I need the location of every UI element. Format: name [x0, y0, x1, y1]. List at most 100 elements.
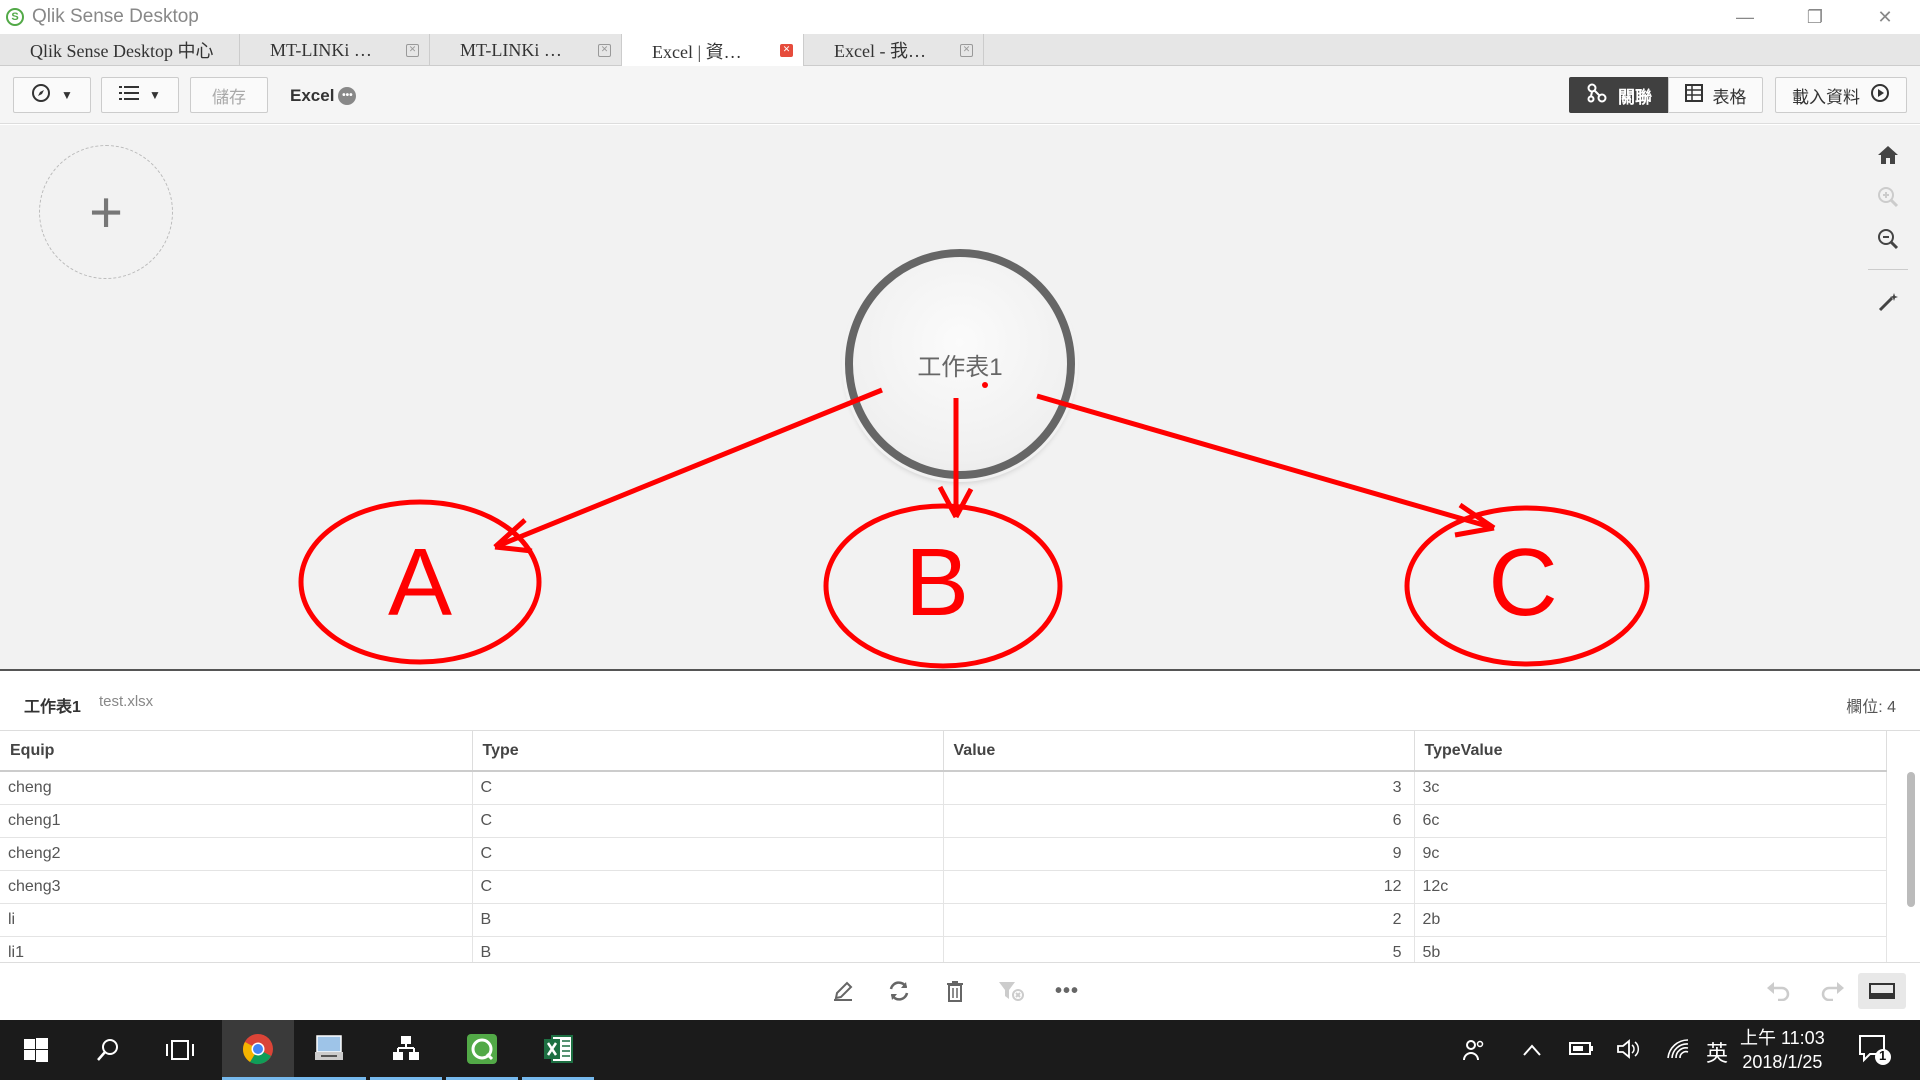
navigation-menu-button[interactable]: ▼	[13, 77, 91, 113]
annotation-arrow-a	[494, 387, 883, 550]
close-window-button[interactable]: ✕	[1850, 0, 1920, 34]
show-hidden-icons-chevron-up-icon[interactable]	[1522, 1040, 1542, 1063]
search-icon[interactable]	[72, 1020, 144, 1080]
start-windows-icon[interactable]	[0, 1020, 72, 1080]
wifi-icon[interactable]	[1666, 1038, 1690, 1066]
table-cell: 2b	[1414, 903, 1887, 937]
tab-label: Qlik Sense Desktop 中心	[30, 41, 214, 61]
table-cell: cheng2	[0, 837, 473, 871]
more-icon[interactable]: •••	[338, 87, 357, 105]
table-cell: B	[472, 903, 944, 937]
column-header[interactable]: TypeValue	[1414, 731, 1887, 772]
preview-table-name: 工作表1	[24, 699, 81, 716]
table-cell: C	[472, 870, 944, 904]
table-cell: 3	[943, 771, 1415, 805]
network-app-icon[interactable]	[294, 1020, 366, 1080]
more-options-icon[interactable]: •••	[1053, 977, 1081, 1005]
associations-canvas[interactable]: + 工作表1 A B C	[0, 125, 1920, 671]
save-button[interactable]: 儲存	[190, 77, 268, 113]
tables-button[interactable]: 表格	[1668, 77, 1763, 113]
zoom-in-icon[interactable]	[1868, 177, 1908, 217]
window-title: Qlik Sense Desktop	[32, 6, 199, 27]
task-view-icon[interactable]	[144, 1020, 216, 1080]
window-controls: — ❐ ✕	[1710, 0, 1920, 34]
column-header[interactable]: Value	[943, 731, 1415, 772]
side-tools-divider	[1868, 269, 1908, 270]
table-row: cheng3 C 12 12c	[0, 870, 1887, 904]
clock-date: 2018/1/25	[1742, 1052, 1823, 1072]
toolbar: ▼ ▼ 儲存 Excel ••• 關聯 表格 載入資料	[0, 66, 1920, 124]
action-center-icon[interactable]: 1	[1858, 1034, 1892, 1072]
compass-icon	[31, 83, 51, 108]
table-cell: 6c	[1414, 804, 1887, 838]
excel-icon[interactable]	[522, 1020, 594, 1080]
zoom-out-icon[interactable]	[1868, 219, 1908, 259]
tab-mt-linki-1[interactable]: MT-LINKi … ✕	[240, 34, 430, 66]
table-cell: li	[0, 903, 473, 937]
table-cell: C	[472, 804, 944, 838]
tab-hub[interactable]: Qlik Sense Desktop 中心	[0, 34, 240, 66]
remote-desktop-icon[interactable]	[370, 1020, 442, 1080]
chevron-down-icon: ▼	[61, 88, 73, 102]
load-data-label: 載入資料	[1792, 87, 1860, 107]
tab-close-icon[interactable]: ✕	[780, 44, 793, 57]
table-cell: C	[472, 771, 944, 805]
battery-icon[interactable]	[1568, 1038, 1594, 1064]
list-icon	[119, 85, 140, 106]
annotation-overlay: A B C	[298, 382, 1650, 669]
table-cell: cheng3	[0, 870, 473, 904]
delete-trash-icon[interactable]	[941, 977, 969, 1005]
table-cell: 6	[943, 804, 1415, 838]
tab-label: Excel - 我…	[834, 41, 926, 61]
global-menu-button[interactable]: ▼	[101, 77, 179, 113]
vertical-scrollbar[interactable]	[1907, 772, 1915, 907]
app-name-label: Excel	[290, 86, 335, 105]
windows-taskbar: 英 上午 11:03 2018/1/25 1	[0, 1020, 1920, 1080]
table-cell: 3c	[1414, 771, 1887, 805]
table-icon	[1684, 83, 1703, 107]
qlik-sense-taskbar-icon[interactable]	[446, 1020, 518, 1080]
column-header[interactable]: Equip	[0, 731, 473, 772]
volume-icon[interactable]	[1616, 1038, 1640, 1066]
chrome-icon[interactable]	[222, 1020, 294, 1080]
table-cell: 12c	[1414, 870, 1887, 904]
refresh-icon[interactable]	[885, 977, 913, 1005]
table-cell: 12	[943, 870, 1415, 904]
minimize-button[interactable]: —	[1710, 0, 1780, 34]
panel-icon	[1869, 983, 1895, 999]
tab-bar: Qlik Sense Desktop 中心 MT-LINKi … ✕ MT-LI…	[0, 34, 1920, 67]
system-clock[interactable]: 上午 11:03 2018/1/25	[1740, 1026, 1825, 1074]
table-row: cheng2 C 9 9c	[0, 837, 1887, 871]
associations-icon	[1586, 83, 1608, 108]
tab-mt-linki-2[interactable]: MT-LINKi … ✕	[430, 34, 622, 66]
associations-label: 關聯	[1618, 87, 1652, 107]
ime-indicator[interactable]: 英	[1706, 1036, 1728, 1068]
table-cell: cheng	[0, 771, 473, 805]
edit-pencil-icon[interactable]	[829, 977, 857, 1005]
tab-close-icon[interactable]: ✕	[960, 44, 973, 57]
column-header[interactable]: Type	[472, 731, 944, 772]
clear-filter-icon[interactable]	[997, 977, 1025, 1005]
tab-excel-data-manager[interactable]: Excel | 資… ✕	[622, 34, 804, 67]
play-icon	[1870, 83, 1890, 108]
undo-icon[interactable]	[1764, 977, 1792, 1005]
app-name: Excel •••	[290, 86, 357, 106]
load-data-button[interactable]: 載入資料	[1775, 77, 1907, 113]
tab-close-icon[interactable]: ✕	[598, 44, 611, 57]
tab-label: Excel | 資…	[652, 41, 742, 62]
redo-icon[interactable]	[1819, 977, 1847, 1005]
table-cell: cheng1	[0, 804, 473, 838]
annotation-label-a: A	[388, 529, 452, 636]
preview-field-count: 欄位: 4	[1846, 699, 1896, 716]
tab-close-icon[interactable]: ✕	[406, 44, 419, 57]
people-icon[interactable]	[1462, 1038, 1486, 1068]
associations-button[interactable]: 關聯	[1569, 77, 1669, 113]
restore-button[interactable]: ❐	[1780, 0, 1850, 34]
table-cell: 2	[943, 903, 1415, 937]
table-row: cheng C 3 3c	[0, 771, 1887, 805]
tab-excel-my-sheet[interactable]: Excel - 我… ✕	[804, 34, 984, 66]
toggle-preview-panel-button[interactable]	[1858, 973, 1906, 1009]
recommendations-wand-icon[interactable]	[1868, 282, 1908, 322]
home-icon[interactable]	[1868, 135, 1908, 175]
annotation-arrow-c	[1036, 393, 1495, 531]
